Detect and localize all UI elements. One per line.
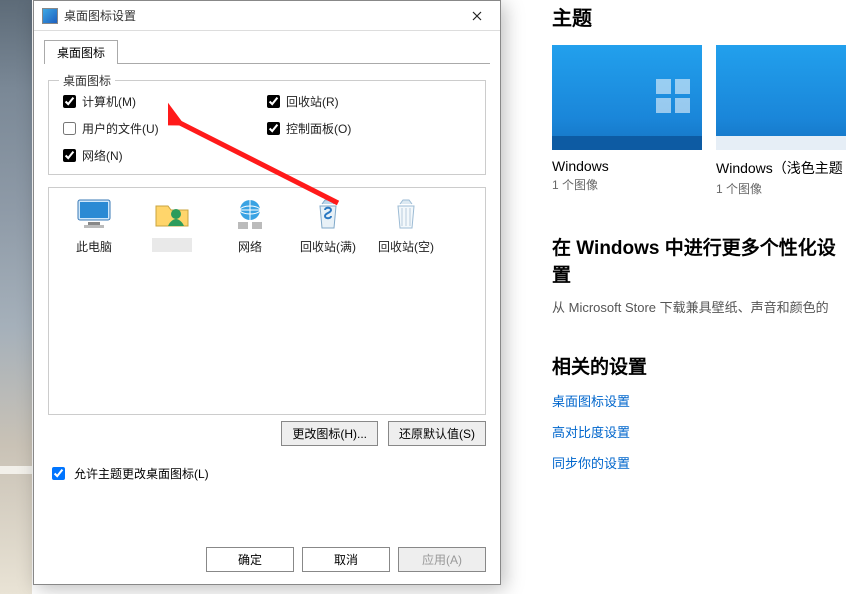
more-personalization-sub: 从 Microsoft Store 下载兼具壁纸、声音和颜色的 — [552, 297, 850, 316]
theme-subtitle: 1 个图像 — [716, 180, 846, 197]
theme-subtitle: 1 个图像 — [552, 176, 702, 193]
recycle-empty-icon — [386, 196, 426, 232]
themes-heading: 主题 — [552, 2, 850, 31]
theme-name: Windows — [552, 158, 702, 174]
user-folder-icon — [152, 196, 192, 232]
cancel-button[interactable]: 取消 — [302, 547, 390, 572]
theme-thumbnail — [716, 45, 846, 150]
close-button[interactable] — [454, 1, 500, 31]
icon-recyclebin-empty[interactable]: 回收站(空) — [367, 196, 445, 255]
checkbox-label: 用户的文件(U) — [82, 120, 159, 137]
tab-desktop-icons[interactable]: 桌面图标 — [44, 40, 118, 64]
recycle-full-icon — [308, 196, 348, 232]
restore-defaults-button[interactable]: 还原默认值(S) — [388, 421, 486, 446]
desktop-icon-settings-dialog: 桌面图标设置 桌面图标 桌面图标 计算机(M) 回收站(R) 用户的文件(U) — [33, 0, 501, 585]
checkbox-network[interactable]: 网络(N) — [63, 147, 267, 164]
checkbox-label: 计算机(M) — [82, 93, 136, 110]
checkbox-controlpanel[interactable]: 控制面板(O) — [267, 120, 471, 137]
link-desktop-icon-settings[interactable]: 桌面图标设置 — [552, 391, 850, 410]
app-icon — [42, 8, 58, 24]
icon-listview[interactable]: 此电脑 网络 回收站(满) 回收站(空) — [48, 187, 486, 415]
apply-button[interactable]: 应用(A) — [398, 547, 486, 572]
related-settings-heading: 相关的设置 — [552, 352, 850, 379]
desktop-background — [0, 0, 32, 594]
icon-recyclebin-full[interactable]: 回收站(满) — [289, 196, 367, 255]
link-high-contrast[interactable]: 高对比度设置 — [552, 422, 850, 441]
network-icon — [230, 196, 270, 232]
icon-label: 网络 — [211, 238, 289, 255]
group-legend: 桌面图标 — [59, 72, 115, 89]
checkbox-allow-themes[interactable]: 允许主题更改桌面图标(L) — [48, 464, 486, 483]
icon-user-files[interactable] — [133, 196, 211, 252]
titlebar[interactable]: 桌面图标设置 — [34, 1, 500, 31]
checkbox-computer[interactable]: 计算机(M) — [63, 93, 267, 110]
checkbox-label: 网络(N) — [82, 147, 123, 164]
theme-thumbnail — [552, 45, 702, 150]
theme-name: Windows（浅色主题 — [716, 158, 846, 178]
theme-card-windows-light[interactable]: Windows（浅色主题 1 个图像 — [716, 45, 846, 197]
close-icon — [472, 11, 482, 21]
ok-button[interactable]: 确定 — [206, 547, 294, 572]
checkbox-label: 回收站(R) — [286, 93, 339, 110]
checkbox-label: 允许主题更改桌面图标(L) — [74, 465, 209, 482]
monitor-icon — [74, 196, 114, 232]
window-title: 桌面图标设置 — [64, 7, 136, 24]
icon-label: 回收站(满) — [289, 238, 367, 255]
group-desktop-icons: 桌面图标 计算机(M) 回收站(R) 用户的文件(U) 控制面板(O) 网络(N… — [48, 80, 486, 175]
more-personalization-heading: 在 Windows 中进行更多个性化设置 — [552, 233, 850, 287]
icon-this-pc[interactable]: 此电脑 — [55, 196, 133, 255]
icon-label-redacted — [152, 238, 192, 252]
link-sync-settings[interactable]: 同步你的设置 — [552, 453, 850, 472]
checkbox-label: 控制面板(O) — [286, 120, 351, 137]
icon-network[interactable]: 网络 — [211, 196, 289, 255]
settings-right-pane: 主题 Windows 1 个图像 Windows（浅色主题 1 个图像 在 Wi… — [540, 0, 850, 594]
icon-label: 回收站(空) — [367, 238, 445, 255]
checkbox-userfiles[interactable]: 用户的文件(U) — [63, 120, 267, 137]
checkbox-recyclebin[interactable]: 回收站(R) — [267, 93, 471, 110]
theme-card-windows[interactable]: Windows 1 个图像 — [552, 45, 702, 197]
change-icon-button[interactable]: 更改图标(H)... — [281, 421, 378, 446]
icon-label: 此电脑 — [55, 238, 133, 255]
